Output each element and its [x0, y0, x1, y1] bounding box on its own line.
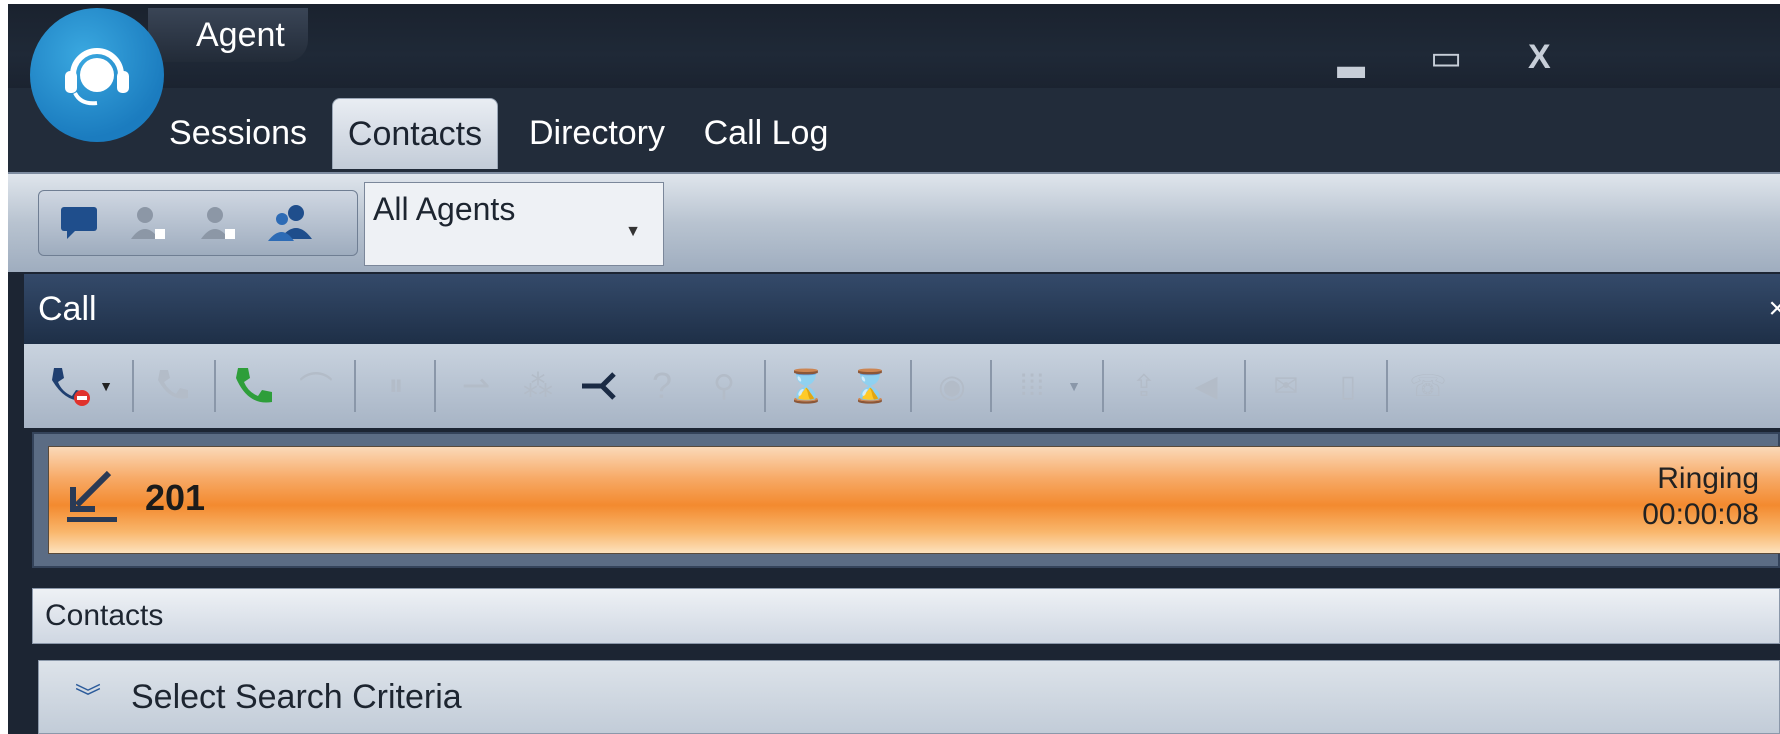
volume-icon[interactable]: ◀	[1182, 362, 1230, 410]
toolbar-separator	[132, 360, 134, 412]
call-timer: 00:00:08	[1642, 498, 1759, 531]
tab-contacts[interactable]: Contacts	[332, 98, 498, 169]
search-criteria-label: Select Search Criteria	[131, 678, 462, 716]
agent-filter-select[interactable]: All Agents ▼	[364, 182, 664, 266]
toolbar-separator	[1386, 360, 1388, 412]
hourglass-stop-icon[interactable]: ⌛	[846, 362, 894, 410]
redial-icon[interactable]: ⌒	[292, 362, 340, 410]
minimize-button[interactable]: ▂	[1338, 38, 1364, 78]
toolbar-separator	[354, 360, 356, 412]
keypad-icon[interactable]: ⁞⁞⁞	[1008, 362, 1056, 410]
call-panel-header: Call ×	[24, 274, 1780, 344]
close-button[interactable]: X	[1528, 38, 1551, 77]
headset-logo-icon	[30, 8, 164, 142]
toolbar-separator	[990, 360, 992, 412]
title-bar: Agent ▂ ▭ X	[8, 4, 1780, 88]
incoming-arrow-icon	[65, 467, 119, 532]
email-icon[interactable]: ✉	[1262, 362, 1310, 410]
tab-strip: Sessions Contacts Directory Call Log	[8, 88, 1780, 172]
tab-directory[interactable]: Directory	[520, 98, 674, 168]
tab-call-log[interactable]: Call Log	[696, 98, 836, 168]
record-icon[interactable]: ◉	[928, 362, 976, 410]
toolbar-separator	[1244, 360, 1246, 412]
hourglass-icon[interactable]: ⌛	[782, 362, 830, 410]
answer-call-icon[interactable]	[230, 362, 278, 410]
incoming-call-row[interactable]: 201 Ringing 00:00:08	[48, 446, 1780, 554]
toolbar-separator	[434, 360, 436, 412]
transfer-icon[interactable]: ⇀	[452, 362, 500, 410]
merge-icon[interactable]	[576, 362, 624, 410]
maximize-button[interactable]: ▭	[1430, 38, 1462, 78]
pin-icon[interactable]: ⚲	[700, 362, 748, 410]
phone-settings-icon[interactable]: ☏	[1404, 362, 1452, 410]
call-panel-close-icon[interactable]: ×	[1768, 274, 1780, 344]
active-call-frame: 201 Ringing 00:00:08	[32, 432, 1780, 568]
chat-icon[interactable]	[49, 199, 109, 247]
add-contact-icon[interactable]	[119, 199, 179, 247]
agent-window: Agent ▂ ▭ X Sessions Contacts Directory …	[8, 4, 1780, 734]
toolbar-separator	[764, 360, 766, 412]
hangup-phone-icon[interactable]	[46, 362, 94, 410]
group-icon[interactable]	[261, 199, 321, 247]
chevron-down-icon: ▼	[625, 223, 641, 240]
search-criteria-expander[interactable]: ︾ Select Search Criteria	[38, 660, 1780, 734]
hold-icon[interactable]: ⏸	[372, 362, 420, 410]
call-status: Ringing 00:00:08	[1642, 461, 1759, 533]
expand-chevron-icon: ︾	[75, 682, 102, 712]
contacts-section-header: Contacts	[32, 588, 1780, 644]
conference-icon[interactable]: ⁂	[514, 362, 562, 410]
toolbar-separator	[1102, 360, 1104, 412]
tab-sessions[interactable]: Sessions	[168, 98, 308, 168]
mobile-icon[interactable]: ▯	[1324, 362, 1372, 410]
agent-filter-value: All Agents	[373, 191, 516, 227]
toolbar-separator	[214, 360, 216, 412]
chevron-down-icon[interactable]: ▼	[1062, 362, 1086, 410]
chevron-down-icon[interactable]: ▼	[94, 362, 118, 410]
remove-contact-icon[interactable]	[189, 199, 249, 247]
toolbar-separator	[910, 360, 912, 412]
contacts-toolbar: All Agents ▼	[8, 172, 1780, 272]
phone-disabled-icon[interactable]	[150, 362, 198, 410]
caller-number: 201	[145, 477, 206, 518]
call-state: Ringing	[1657, 462, 1759, 495]
help-icon[interactable]: ?	[638, 362, 686, 410]
upload-icon[interactable]: ⇪	[1120, 362, 1168, 410]
call-toolbar: ▼ ⌒ ⏸ ⇀ ⁂ ? ⚲ ⌛ ⌛ ◉ ⁞⁞⁞ ▼ ⇪ ◀ ✉ ▯ ☏	[24, 344, 1780, 428]
window-title: Agent	[148, 8, 308, 62]
contacts-action-group	[38, 190, 358, 256]
call-panel-title: Call	[38, 290, 97, 328]
